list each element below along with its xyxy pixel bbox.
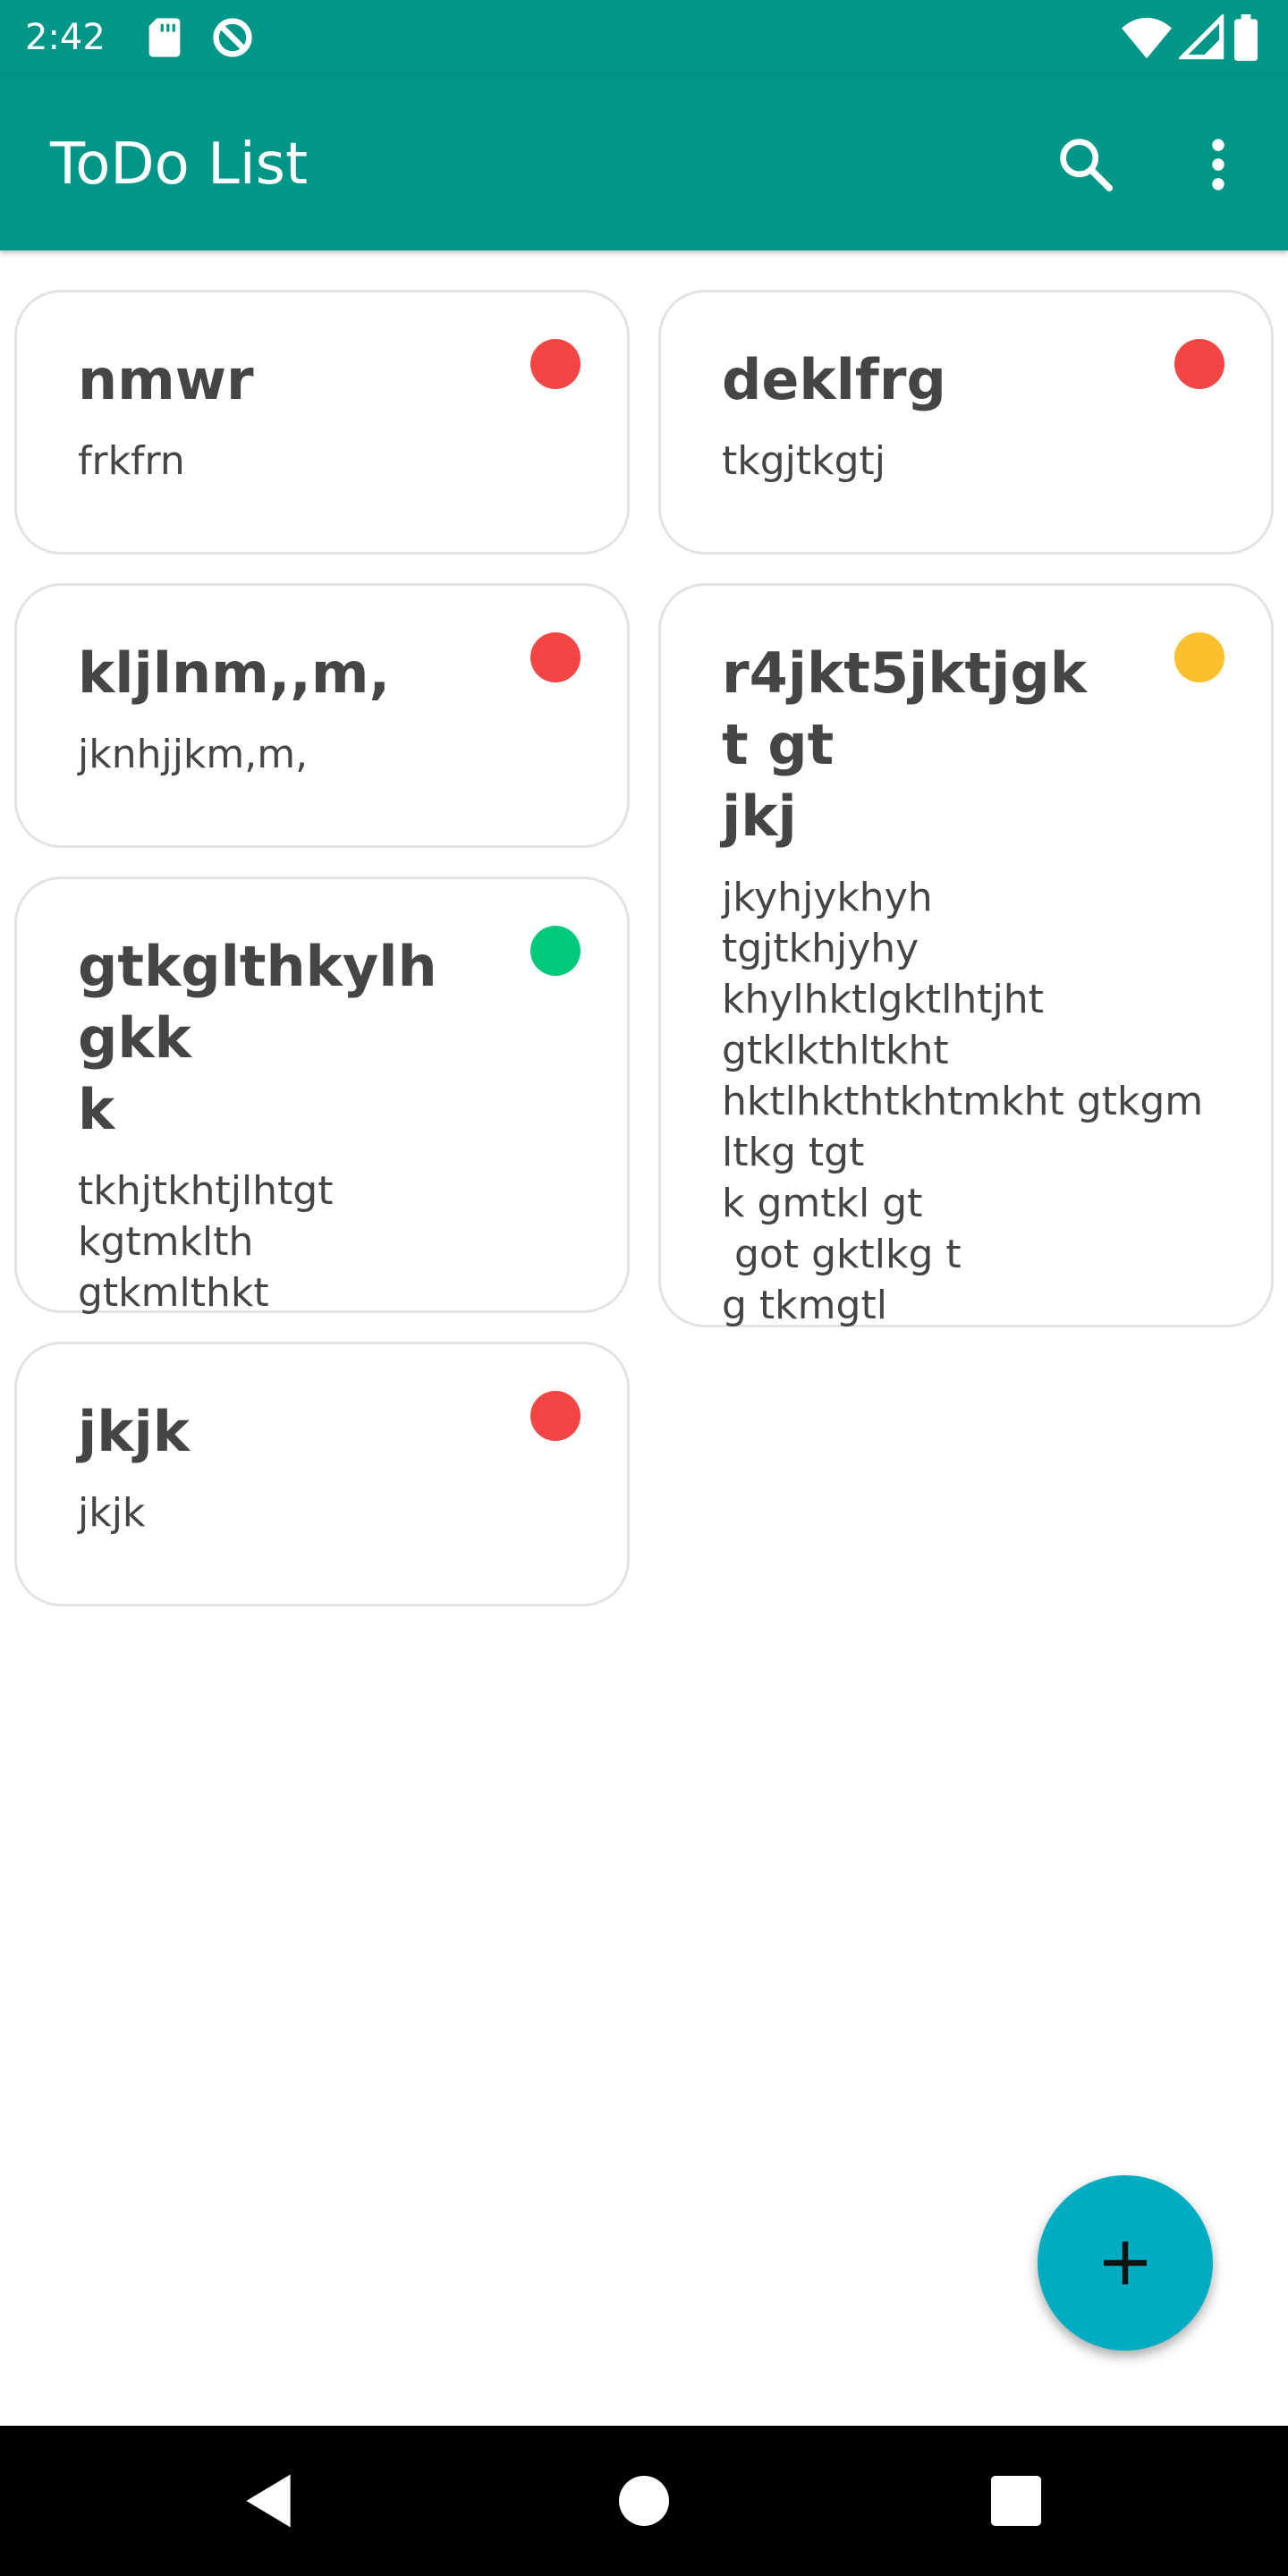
data-saver-icon [209, 14, 256, 61]
priority-dot [1174, 339, 1224, 389]
navigation-bar [0, 2426, 1288, 2576]
note-card[interactable]: deklfrg tkgjtkgtj [658, 290, 1274, 555]
cellular-signal-icon [1177, 13, 1225, 61]
home-icon[interactable] [608, 2465, 680, 2537]
status-time: 2:42 [25, 17, 106, 58]
recents-icon[interactable] [980, 2465, 1052, 2537]
note-body: jkjk [78, 1490, 146, 1536]
note-body: tkhjtkhtjlhtgt kgtmklth gtkmlthkt [78, 1168, 334, 1316]
note-body: jkyhjykhyh tgjtkhjyhy khylhktlgktlhtjht … [722, 875, 1204, 1328]
priority-dot [530, 632, 580, 682]
note-title: deklfrg [722, 347, 946, 412]
note-title: kljlnm,,m, [78, 640, 390, 706]
battery-icon [1233, 14, 1259, 62]
note-card[interactable]: r4jkt5jktjgkt gt jkj jkyhjykhyh tgjtkhjy… [658, 583, 1274, 1328]
add-note-button[interactable] [1038, 2175, 1213, 2351]
note-title: nmwr [78, 347, 254, 412]
note-card[interactable]: jkjk jkjk [14, 1342, 630, 1606]
status-bar: 2:42 [0, 0, 1288, 75]
note-title: gtkglthkylhgkk k [78, 934, 437, 1142]
app-title: ToDo List [50, 131, 309, 198]
note-body: tkgjtkgtj [722, 438, 886, 484]
priority-dot [530, 926, 580, 976]
more-vert-icon[interactable] [1181, 127, 1256, 202]
note-body: jknhjjkm,m, [78, 732, 309, 777]
sd-card-icon [141, 14, 188, 61]
note-title: jkjk [78, 1399, 190, 1464]
priority-dot [1174, 632, 1224, 682]
note-title: r4jkt5jktjgkt gt jkj [722, 640, 1087, 849]
wifi-icon [1122, 14, 1172, 61]
priority-dot [530, 339, 580, 389]
search-icon[interactable] [1048, 127, 1123, 202]
note-card[interactable]: kljlnm,,m, jknhjjkm,m, [14, 583, 630, 848]
note-body: frkfrn [78, 438, 185, 484]
add-icon [1097, 2234, 1154, 2292]
back-icon[interactable] [233, 2465, 304, 2537]
note-card[interactable]: gtkglthkylhgkk k tkhjtkhtjlhtgt kgtmklth… [14, 877, 630, 1316]
note-card[interactable]: nmwr frkfrn [14, 290, 630, 555]
app-bar: ToDo List [0, 75, 1288, 250]
priority-dot [530, 1391, 580, 1441]
